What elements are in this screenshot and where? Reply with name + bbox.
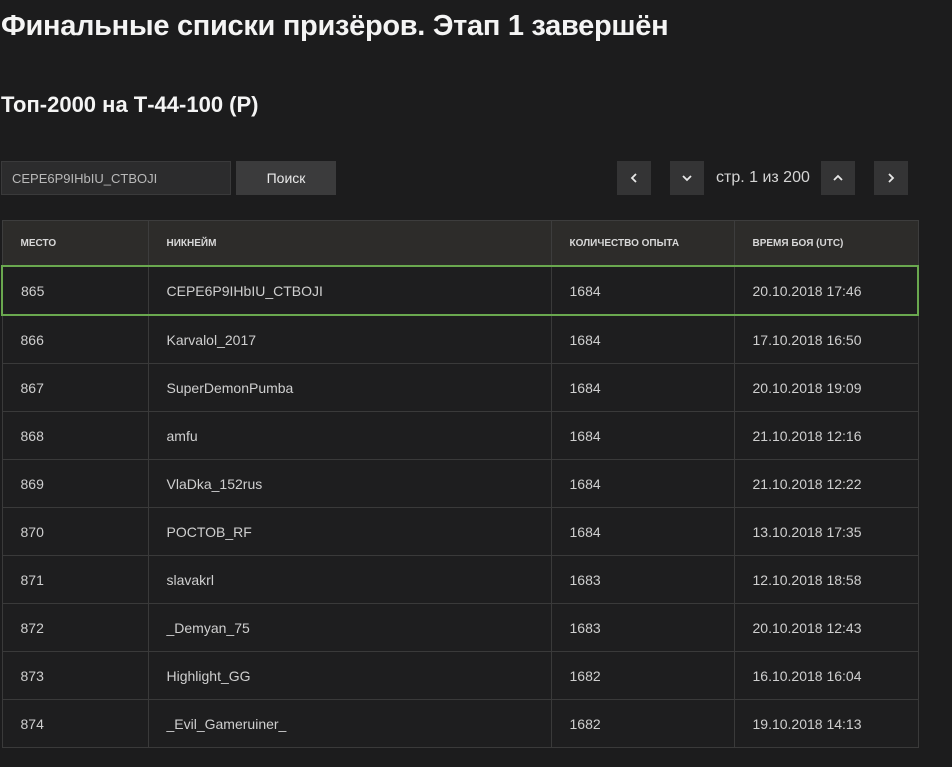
page-subtitle: Топ-2000 на Т-44-100 (Р) <box>1 92 259 117</box>
chevron-left-icon <box>630 173 637 183</box>
cell-place: 867 <box>1 363 149 412</box>
cell-xp: 1683 <box>550 603 735 652</box>
cell-nickname: SuperDemonPumba <box>147 363 552 412</box>
table-row: 872 _Demyan_75 1683 20.10.2018 12:43 <box>1 603 919 652</box>
cell-nickname: VlaDka_152rus <box>147 459 552 508</box>
table-row: 869 VlaDka_152rus 1684 21.10.2018 12:22 <box>1 459 919 508</box>
cell-time: 12.10.2018 18:58 <box>733 555 919 604</box>
table-row: 867 SuperDemonPumba 1684 20.10.2018 19:09 <box>1 363 919 412</box>
cell-time: 20.10.2018 12:43 <box>733 603 919 652</box>
cell-nickname: _Demyan_75 <box>147 603 552 652</box>
cell-place: 873 <box>1 651 149 700</box>
cell-xp: 1683 <box>550 555 735 604</box>
cell-xp: 1684 <box>550 459 735 508</box>
page-info: стр. 1 из 200 <box>716 169 810 186</box>
search-input[interactable] <box>1 161 231 195</box>
column-header-time[interactable]: Время боя (UTC) <box>733 220 919 267</box>
cell-place: 868 <box>1 411 149 460</box>
cell-xp: 1682 <box>550 651 735 700</box>
cell-xp: 1684 <box>550 265 735 316</box>
chevron-up-icon <box>833 174 843 181</box>
cell-place: 874 <box>1 699 149 748</box>
cell-time: 20.10.2018 19:09 <box>733 363 919 412</box>
cell-xp: 1684 <box>550 363 735 412</box>
cell-time: 20.10.2018 17:46 <box>733 265 919 316</box>
last-page-button[interactable] <box>821 161 855 195</box>
cell-nickname: amfu <box>147 411 552 460</box>
next-page-button[interactable] <box>874 161 908 195</box>
first-page-button[interactable] <box>670 161 704 195</box>
table-row: 873 Highlight_GG 1682 16.10.2018 16:04 <box>1 651 919 700</box>
cell-time: 19.10.2018 14:13 <box>733 699 919 748</box>
cell-place: 872 <box>1 603 149 652</box>
cell-xp: 1682 <box>550 699 735 748</box>
cell-place: 866 <box>1 314 149 364</box>
cell-time: 13.10.2018 17:35 <box>733 507 919 556</box>
table-row: 868 amfu 1684 21.10.2018 12:16 <box>1 411 919 460</box>
cell-place: 865 <box>1 265 149 316</box>
cell-time: 21.10.2018 12:16 <box>733 411 919 460</box>
cell-nickname: POCTOB_RF <box>147 507 552 556</box>
table-row: 871 slavakrl 1683 12.10.2018 18:58 <box>1 555 919 604</box>
cell-place: 870 <box>1 507 149 556</box>
table-row-highlighted: 865 CEPE6P9IHbIU_CTBOJI 1684 20.10.2018 17:… <box>1 265 919 316</box>
cell-time: 21.10.2018 12:22 <box>733 459 919 508</box>
table-row: 874 _Evil_Gameruiner_ 1682 19.10.2018 14:13 <box>1 699 919 748</box>
cell-xp: 1684 <box>550 507 735 556</box>
cell-nickname: CEPE6P9IHbIU_CTBOJI <box>147 265 552 316</box>
chevron-down-icon <box>682 175 692 182</box>
table-row: 866 Karvalol_2017 1684 17.10.2018 16:50 <box>1 314 919 364</box>
cell-place: 871 <box>1 555 149 604</box>
prev-page-button[interactable] <box>617 161 651 195</box>
search-button[interactable]: Поиск <box>236 161 336 195</box>
column-header-nickname[interactable]: Никнейм <box>147 220 552 267</box>
column-header-place[interactable]: Место <box>1 220 149 267</box>
table-row: 870 POCTOB_RF 1684 13.10.2018 17:35 <box>1 507 919 556</box>
cell-xp: 1684 <box>550 411 735 460</box>
cell-nickname: _Evil_Gameruiner_ <box>147 699 552 748</box>
cell-place: 869 <box>1 459 149 508</box>
cell-xp: 1684 <box>550 314 735 364</box>
leaderboard-table: Место Никнейм Количество опыта Время боя… <box>1 220 919 748</box>
cell-time: 17.10.2018 16:50 <box>733 314 919 364</box>
cell-nickname: Highlight_GG <box>147 651 552 700</box>
cell-nickname: Karvalol_2017 <box>147 314 552 364</box>
cell-time: 16.10.2018 16:04 <box>733 651 919 700</box>
cell-nickname: slavakrl <box>147 555 552 604</box>
page-title: Финальные списки призёров. Этап 1 заверш… <box>1 10 669 42</box>
column-header-xp[interactable]: Количество опыта <box>550 220 735 267</box>
chevron-right-icon <box>888 173 895 183</box>
table-header: Место Никнейм Количество опыта Время боя… <box>1 220 919 267</box>
